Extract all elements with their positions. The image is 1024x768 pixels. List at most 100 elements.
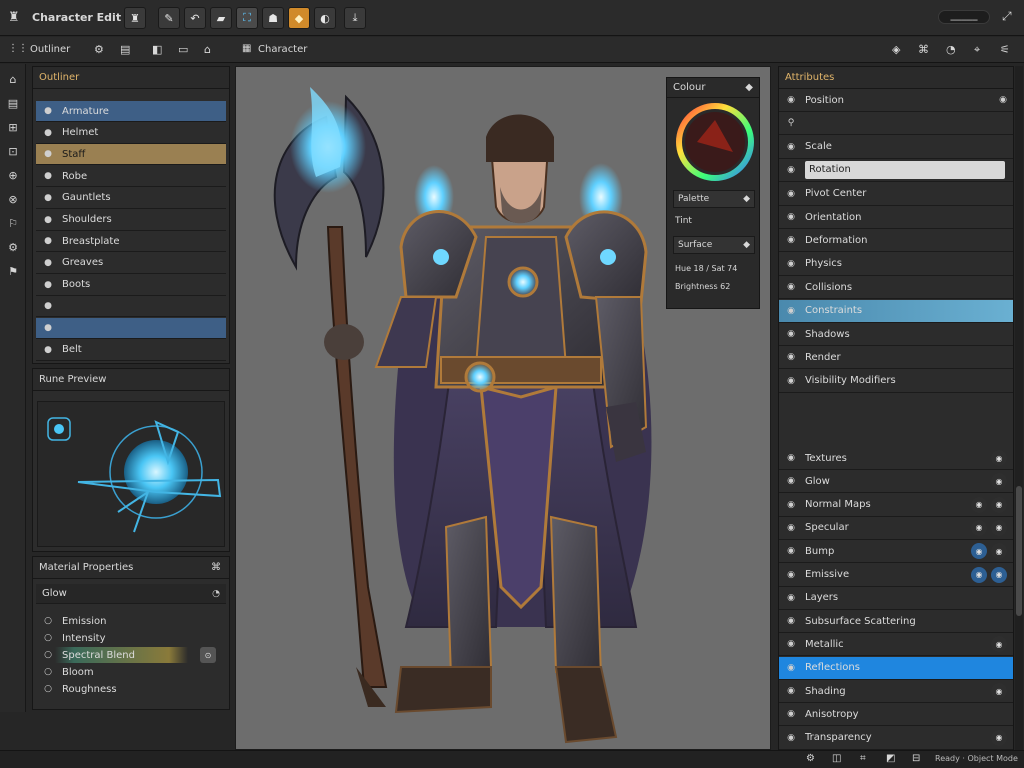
attribute-item[interactable]: ◉ Render — [779, 346, 1013, 370]
viewport-icon[interactable]: ▦ — [242, 43, 251, 54]
palette-dropdown[interactable]: Palette ◆ — [673, 190, 755, 208]
remove-icon[interactable]: ⊗ — [4, 190, 22, 208]
window-control[interactable]: ▁▁▁▁▁ — [938, 10, 990, 24]
attribute-item[interactable]: ◉ Shadows — [779, 323, 1013, 346]
channel-link-icon[interactable]: ◉ — [971, 543, 987, 560]
layer-item[interactable]: ● — [36, 318, 226, 339]
minus-icon[interactable]: ⊟ — [912, 753, 920, 764]
export-icon[interactable]: ⤓ — [344, 7, 366, 29]
property-item[interactable]: ○ Roughness — [36, 681, 226, 697]
visibility-icon[interactable]: ● — [42, 301, 54, 311]
visibility-icon[interactable]: ● — [42, 149, 54, 159]
surface-dropdown[interactable]: Surface ◆ — [673, 236, 755, 254]
visibility-icon[interactable]: ● — [42, 128, 54, 138]
pin-icon[interactable]: ◈ — [892, 43, 900, 56]
channel-item[interactable]: ◉ Glow ◉ — [779, 470, 1013, 494]
attribute-item[interactable]: ◉ Physics — [779, 253, 1013, 276]
attribute-toggle-icon[interactable]: ◉ — [999, 95, 1007, 105]
moon-icon[interactable]: ◐ — [314, 7, 336, 29]
attribute-item[interactable]: ◉ Collisions — [779, 276, 1013, 300]
list-icon[interactable]: ▤ — [120, 43, 130, 56]
channel-link-icon[interactable]: ◉ — [971, 496, 987, 513]
property-item[interactable]: ○ Intensity — [36, 630, 226, 646]
channel-toggle-icon[interactable]: ◉ — [991, 566, 1007, 583]
visibility-icon[interactable]: ● — [42, 258, 54, 268]
frame-icon[interactable]: ⊡ — [4, 142, 22, 160]
gear-icon[interactable]: ⚙ — [806, 753, 815, 764]
grid-icon[interactable]: ⌗ — [860, 753, 866, 764]
add-icon[interactable]: ⊕ — [4, 166, 22, 184]
attribute-item[interactable]: ◉ Orientation — [779, 206, 1013, 229]
attribute-item[interactable]: ⚲ — [779, 112, 1013, 136]
channel-item[interactable]: ◉ Bump ◉ ◉ — [779, 540, 1013, 564]
channel-toggle-icon[interactable]: ◉ — [991, 543, 1007, 560]
channel-item[interactable]: ◉ Layers — [779, 587, 1013, 610]
property-item[interactable]: ○ Bloom — [36, 664, 226, 680]
attribute-item[interactable]: ◉ Pivot Center — [779, 183, 1013, 206]
channel-item[interactable]: ◉ Subsurface Scattering — [779, 610, 1013, 634]
channel-item[interactable]: ◉ Metallic ◉ — [779, 633, 1013, 657]
channel-toggle-icon[interactable]: ◉ — [991, 683, 1007, 699]
attribute-item[interactable]: ◉ Rotation — [779, 159, 1013, 183]
brush-icon[interactable]: ▰ — [210, 7, 232, 29]
property-item[interactable]: ○ Spectral Blend ⊙ — [36, 647, 226, 663]
home-icon[interactable]: ⌂ — [4, 70, 22, 88]
layer-item[interactable]: ● Staff — [36, 144, 226, 166]
visibility-icon[interactable]: ● — [42, 323, 54, 333]
channel-link-icon[interactable]: ◉ — [971, 519, 987, 536]
channel-item[interactable]: ◉ Transparency ◉ — [779, 727, 1013, 750]
layer-item[interactable]: ● Breastplate — [36, 231, 226, 253]
expand-icon[interactable]: ⤢ — [1002, 9, 1012, 24]
attribute-item[interactable]: ◉ Scale — [779, 136, 1013, 159]
channel-toggle-icon[interactable]: ◉ — [991, 519, 1007, 536]
rune-preview-canvas[interactable] — [37, 401, 225, 547]
menu-icon[interactable]: ♜ — [124, 7, 146, 29]
viewport-title[interactable]: Character — [258, 44, 307, 55]
channel-toggle-icon[interactable]: ◉ — [991, 729, 1007, 746]
attribute-input[interactable]: Rotation — [805, 161, 1005, 180]
channel-item[interactable]: ◉ Textures ◉ — [779, 447, 1013, 470]
layer-item[interactable]: ● Boots — [36, 275, 226, 296]
attribute-item[interactable]: ◉ Visibility Modifiers — [779, 370, 1013, 393]
layer-item[interactable]: ● Armature — [36, 101, 226, 122]
layers-icon[interactable]: ▤ — [4, 94, 22, 112]
layout-icon[interactable]: ◩ — [886, 753, 895, 764]
property-item[interactable]: ○ Emission — [36, 613, 226, 629]
attribute-item[interactable]: ◉ Constraints — [779, 299, 1013, 323]
undo-icon[interactable]: ✎ — [158, 7, 180, 29]
visibility-icon[interactable]: ● — [42, 280, 54, 290]
marker-icon[interactable]: ⚑ — [4, 262, 22, 280]
layer-item[interactable]: ● Shoulders — [36, 210, 226, 231]
visibility-icon[interactable]: ● — [42, 106, 54, 116]
channel-item[interactable]: ◉ Normal Maps ◉ ◉ — [779, 494, 1013, 517]
layer-item[interactable]: ● — [36, 296, 226, 318]
link-icon[interactable]: ⌘ — [211, 562, 221, 573]
gear-icon[interactable]: ⚙ — [4, 238, 22, 256]
glow-subheader[interactable]: Glow ◔ — [36, 584, 226, 604]
attribute-item[interactable]: ◉ Deformation — [779, 229, 1013, 253]
channel-item[interactable]: ◉ Reflections — [779, 656, 1013, 680]
command-icon[interactable]: ⌘ — [918, 43, 929, 56]
split-view-icon[interactable]: ◧ — [152, 43, 162, 56]
collapse-icon[interactable]: ◆ — [745, 82, 753, 93]
visibility-icon[interactable]: ● — [42, 193, 54, 203]
target-icon[interactable]: ⌖ — [974, 43, 980, 57]
clock-icon[interactable]: ◔ — [946, 43, 956, 56]
image-icon[interactable]: ⛶ — [236, 7, 258, 29]
panel-icon[interactable]: ◫ — [832, 753, 841, 764]
right-scrollbar[interactable] — [1015, 66, 1023, 750]
visibility-icon[interactable]: ● — [42, 236, 54, 246]
layer-item[interactable]: ● Belt — [36, 340, 226, 361]
flag-icon[interactable]: ⚐ — [4, 214, 22, 232]
visibility-icon[interactable]: ● — [42, 345, 54, 355]
viewport[interactable]: Colour ◆ Palette ◆ Tint Surface ◆ Hue 18 / … — [235, 66, 771, 750]
property-badge-icon[interactable]: ⊙ — [200, 647, 216, 663]
settings-icon[interactable]: ⚟ — [1000, 43, 1010, 56]
home-icon[interactable]: ⌂ — [204, 43, 211, 56]
channel-item[interactable]: ◉ Shading ◉ — [779, 680, 1013, 703]
channel-item[interactable]: ◉ Specular ◉ ◉ — [779, 517, 1013, 540]
color-wheel-icon[interactable] — [675, 102, 755, 182]
channel-toggle-icon[interactable]: ◉ — [991, 450, 1007, 466]
channel-link-icon[interactable]: ◉ — [971, 566, 987, 583]
settings-icon[interactable]: ⚙ — [94, 43, 104, 56]
